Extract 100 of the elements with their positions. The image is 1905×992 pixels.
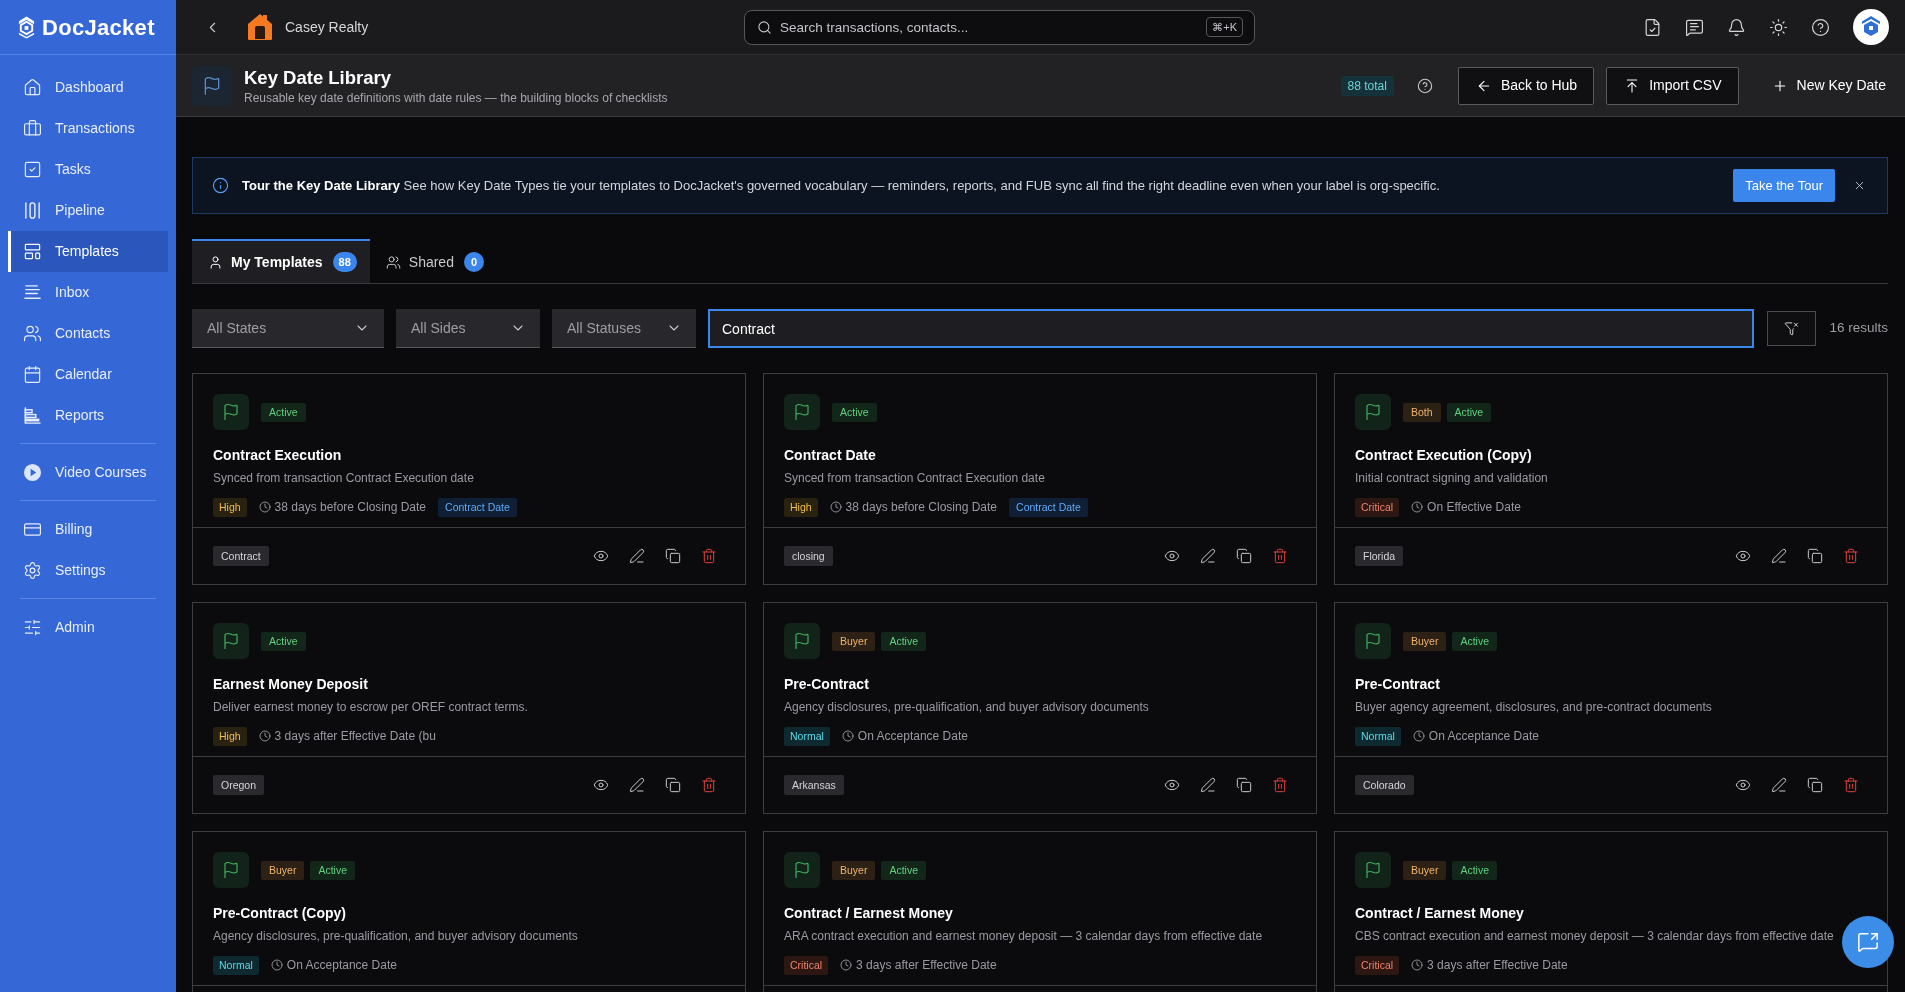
sidebar-item[interactable]: Dashboard bbox=[8, 67, 168, 108]
total-count: 88 total bbox=[1340, 75, 1394, 96]
lines-icon bbox=[23, 283, 42, 302]
shortcut-hint: ⌘+K bbox=[1206, 16, 1243, 37]
bar-chart-icon bbox=[23, 406, 42, 425]
sidebar-item[interactable]: Billing bbox=[8, 509, 168, 550]
trash-icon bbox=[1272, 777, 1288, 793]
sun-icon bbox=[1768, 17, 1788, 37]
date-type-badge: Contract Date bbox=[1009, 497, 1088, 517]
side-badge: Both bbox=[1403, 402, 1441, 422]
flag-icon bbox=[784, 394, 820, 430]
date-rule: On Effective Date bbox=[1427, 499, 1521, 516]
card-description: ARA contract execution and earnest money deposit — 3 calendar days from effective date bbox=[784, 928, 1263, 944]
card-description: Agency disclosures, pre-qualification, and buyer advisory documents bbox=[784, 699, 1149, 715]
sidebar-item[interactable]: Pipeline bbox=[8, 190, 168, 231]
filter-dropdown[interactable]: All Sides bbox=[396, 309, 540, 348]
status-badge: Active bbox=[310, 860, 356, 880]
date-rule: 38 days before Closing Date bbox=[274, 499, 427, 516]
page-subtitle: Reusable key date definitions with date rules — the building blocks of checklists bbox=[244, 89, 668, 106]
search-field[interactable]: Contract bbox=[708, 309, 1755, 348]
clock-icon bbox=[829, 501, 842, 513]
chat-share-icon bbox=[1857, 931, 1879, 953]
sidebar-item[interactable]: Tasks bbox=[8, 149, 168, 190]
tag: Contract bbox=[213, 546, 269, 566]
priority-badge: Normal bbox=[1355, 726, 1401, 746]
status-badge: Active bbox=[1446, 402, 1492, 422]
sidebar-item[interactable]: Templates bbox=[8, 231, 168, 272]
bell-icon bbox=[1726, 17, 1746, 37]
card-title: Pre-Contract bbox=[1355, 675, 1440, 694]
trash-icon bbox=[1843, 777, 1859, 793]
priority-badge: Critical bbox=[784, 955, 829, 975]
flag-icon bbox=[213, 394, 249, 430]
settings-icon bbox=[23, 561, 42, 580]
eye-icon bbox=[1735, 777, 1751, 793]
status-badge: Active bbox=[261, 631, 306, 651]
sidebar-item[interactable]: Reports bbox=[8, 395, 168, 436]
tour-button[interactable]: Take the Tour bbox=[1733, 169, 1835, 202]
eye-icon bbox=[1164, 548, 1180, 564]
columns-icon bbox=[23, 201, 42, 220]
checkbox-icon bbox=[23, 160, 42, 179]
status-badge: Active bbox=[1452, 631, 1498, 651]
new-button[interactable]: New Key Date bbox=[1757, 66, 1888, 105]
flag-icon bbox=[1355, 623, 1391, 659]
side-badge: Buyer bbox=[261, 860, 305, 880]
filter-dropdown[interactable]: All Statuses bbox=[552, 309, 696, 348]
date-rule: On Acceptance Date bbox=[286, 957, 397, 974]
clear-filters-button[interactable] bbox=[1767, 311, 1817, 346]
priority-badge: Critical bbox=[1355, 497, 1400, 517]
priority-badge: Critical bbox=[1355, 955, 1400, 975]
date-rule: On Acceptance Date bbox=[857, 728, 968, 745]
trash-icon bbox=[1843, 548, 1859, 564]
flag-icon bbox=[784, 852, 820, 888]
logo-text: DocJacket bbox=[42, 13, 155, 42]
copy-icon bbox=[665, 777, 681, 793]
help-icon bbox=[1810, 17, 1830, 37]
sidebar-item[interactable]: Video Courses bbox=[8, 452, 168, 493]
sidebar-item[interactable]: Contacts bbox=[8, 313, 168, 354]
priority-badge: High bbox=[213, 497, 247, 517]
help-icon[interactable] bbox=[1416, 77, 1433, 94]
status-badge: Active bbox=[1452, 860, 1498, 880]
filter-dropdown[interactable]: All States bbox=[192, 309, 384, 348]
status-badge: Active bbox=[881, 631, 927, 651]
card-description: Initial contract signing and validation bbox=[1355, 470, 1548, 486]
avatar-icon[interactable] bbox=[1853, 9, 1889, 45]
clock-icon bbox=[1411, 501, 1424, 513]
sidebar-item[interactable]: Admin bbox=[8, 607, 168, 648]
house-icon bbox=[247, 13, 273, 41]
card-title: Contract / Earnest Money bbox=[1355, 904, 1524, 923]
card-description: CBS contract execution and earnest money deposit — 3 calendar days from effective date bbox=[1355, 928, 1834, 944]
sidebar-item[interactable]: Calendar bbox=[8, 354, 168, 395]
tag: Oregon bbox=[213, 775, 265, 795]
calendar-icon bbox=[23, 365, 42, 384]
pencil-icon bbox=[1771, 548, 1787, 564]
sidebar-item[interactable]: Transactions bbox=[8, 108, 168, 149]
side-badge: Buyer bbox=[1403, 860, 1447, 880]
pencil-icon bbox=[1200, 777, 1216, 793]
pencil-icon bbox=[629, 548, 645, 564]
person-icon bbox=[208, 254, 223, 270]
users-icon bbox=[23, 324, 42, 343]
header-button[interactable]: Back to Hub bbox=[1457, 66, 1595, 105]
trash-icon bbox=[701, 777, 717, 793]
flag-icon bbox=[784, 623, 820, 659]
card-title: Contract Date bbox=[784, 446, 876, 465]
copy-icon bbox=[1236, 777, 1252, 793]
credit-card-icon bbox=[23, 520, 42, 539]
banner-message: Tour the Key Date Library See how Key Date Types tie your templates to DocJacket's governed vocabulary — reminders, reports, and FUB sync all find the right deadline even when your label is org-specific. bbox=[242, 176, 1440, 195]
layout-icon bbox=[23, 242, 42, 261]
sidebar-item[interactable]: Inbox bbox=[8, 272, 168, 313]
date-rule: On Acceptance Date bbox=[1428, 728, 1539, 745]
priority-badge: Normal bbox=[213, 955, 259, 975]
clock-icon bbox=[270, 959, 283, 971]
home-icon bbox=[23, 78, 42, 97]
tab[interactable]: Shared 0 bbox=[369, 239, 497, 283]
sidebar-item[interactable]: Settings bbox=[8, 550, 168, 591]
tab[interactable]: My Templates 88 bbox=[192, 239, 370, 283]
card-title: Contract Execution (Copy) bbox=[1355, 446, 1532, 465]
header-button[interactable]: Import CSV bbox=[1606, 66, 1739, 105]
clock-icon bbox=[841, 730, 854, 742]
results-count: 16 results bbox=[1829, 319, 1888, 338]
tab-label: My Templates bbox=[231, 252, 323, 272]
